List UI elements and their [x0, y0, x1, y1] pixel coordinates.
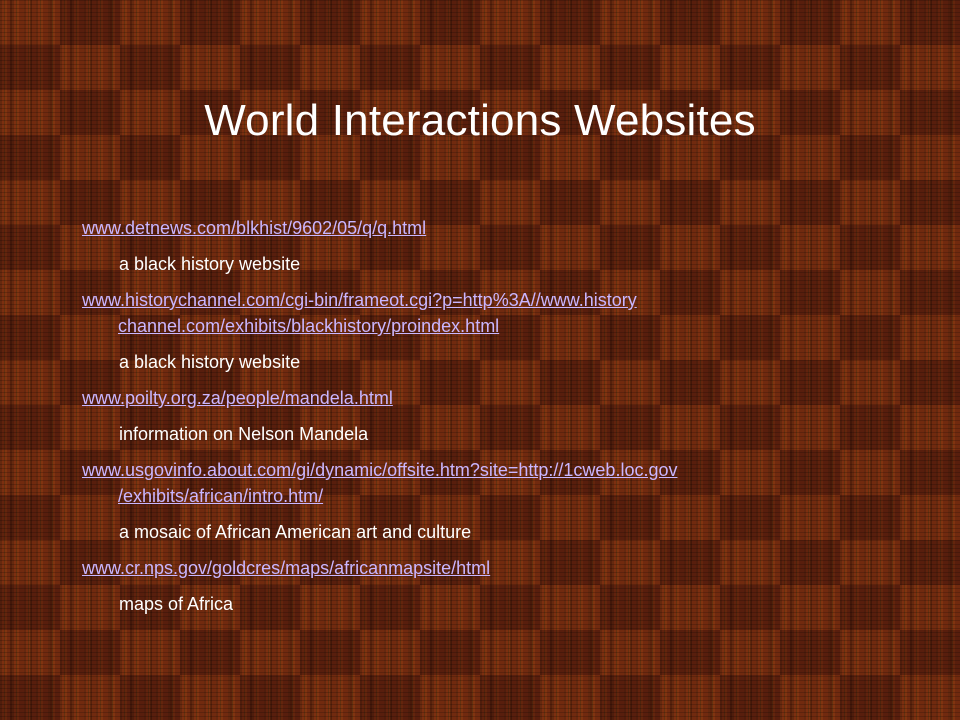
list-item: www.poilty.org.za/people/mandela.html in…: [82, 385, 882, 447]
website-link-detnews[interactable]: www.detnews.com/blkhist/9602/05/q/q.html: [82, 215, 882, 241]
website-list: www.detnews.com/blkhist/9602/05/q/q.html…: [82, 213, 882, 627]
website-link-usgovinfo[interactable]: www.usgovinfo.about.com/gi/dynamic/offsi…: [82, 457, 882, 509]
list-item: www.usgovinfo.about.com/gi/dynamic/offsi…: [82, 457, 882, 545]
website-description: information on Nelson Mandela: [119, 424, 369, 444]
website-description: maps of Africa: [119, 594, 234, 614]
website-link-nps-maps[interactable]: www.cr.nps.gov/goldcres/maps/africanmaps…: [82, 555, 882, 581]
website-description: a mosaic of African American art and cul…: [119, 522, 472, 542]
list-item: www.historychannel.com/cgi-bin/frameot.c…: [82, 287, 882, 375]
website-description: a black history website: [119, 352, 301, 372]
slide-title: World Interactions Websites: [204, 96, 756, 145]
list-item: www.detnews.com/blkhist/9602/05/q/q.html…: [82, 215, 882, 277]
slide: World Interactions Websites www.detnews.…: [0, 0, 960, 720]
website-link-historychannel[interactable]: www.historychannel.com/cgi-bin/frameot.c…: [82, 287, 882, 339]
website-link-mandela[interactable]: www.poilty.org.za/people/mandela.html: [82, 385, 882, 411]
website-description: a black history website: [119, 254, 301, 274]
list-item: www.cr.nps.gov/goldcres/maps/africanmaps…: [82, 555, 882, 617]
